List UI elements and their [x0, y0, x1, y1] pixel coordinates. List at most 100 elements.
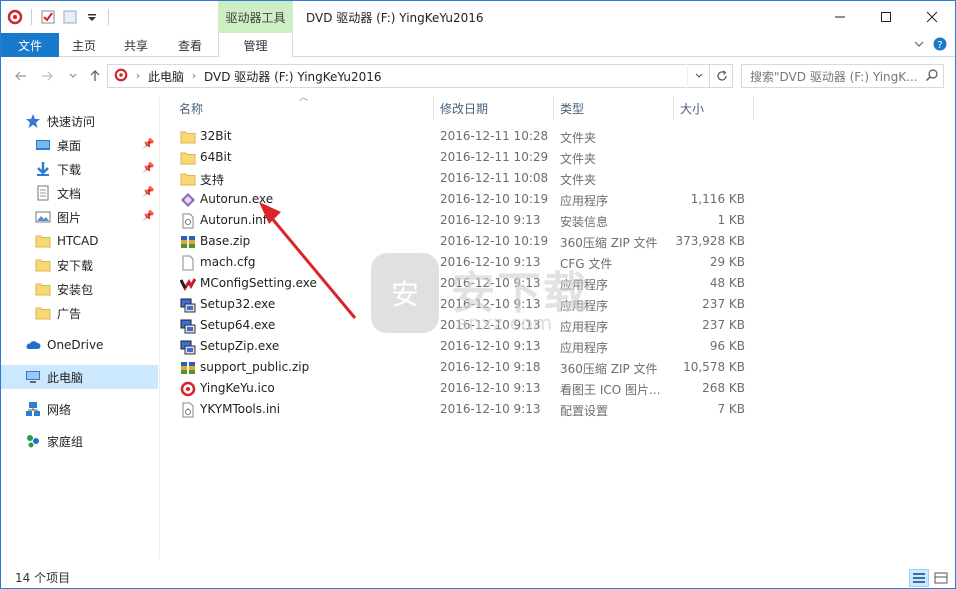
setup-icon [180, 318, 196, 334]
list-item[interactable]: 64Bit 2016-12-11 10:29 文件夹 [173, 148, 753, 169]
column-header-date[interactable]: 修改日期 [434, 96, 552, 120]
window-title: DVD 驱动器 (F:) YingKeYu2016 [306, 11, 484, 25]
list-item[interactable]: YingKeYu.ico 2016-12-10 9:13 看图王 ICO 图片.… [173, 379, 753, 400]
download-icon [35, 161, 51, 177]
breadcrumb-this-pc[interactable]: 此电脑 [148, 68, 184, 85]
sidebar-item-label: HTCAD [57, 234, 99, 248]
new-folder-icon[interactable] [62, 9, 78, 25]
tab-home[interactable]: 主页 [61, 33, 107, 57]
file-date: 2016-12-10 9:13 [440, 381, 541, 395]
app-logo-icon[interactable] [7, 9, 23, 25]
address-history-button[interactable] [687, 64, 709, 88]
large-icons-view-button[interactable] [931, 569, 951, 587]
sidebar-item-onedrive[interactable]: OneDrive [1, 333, 158, 357]
close-button[interactable] [909, 1, 955, 33]
sidebar-item-label: 安下载 [57, 258, 94, 273]
quick-access-toolbar [7, 7, 111, 27]
pin-icon[interactable]: 📌 [142, 187, 154, 199]
drive-tools-context-label: 驱动器工具 [218, 1, 293, 33]
file-size: 1 KB [717, 213, 745, 227]
file-date: 2016-12-10 9:13 [440, 339, 541, 353]
tab-view[interactable]: 查看 [165, 33, 215, 57]
list-item[interactable]: 支持 2016-12-11 10:08 文件夹 [173, 169, 753, 190]
list-item[interactable]: SetupZip.exe 2016-12-10 9:13 应用程序 96 KB [173, 337, 753, 358]
customize-dropdown-icon[interactable] [84, 9, 100, 25]
maximize-button[interactable] [863, 1, 909, 33]
breadcrumb-separator: › [192, 70, 197, 82]
zip-icon [180, 234, 196, 250]
pane-divider[interactable] [159, 97, 160, 559]
ribbon-right-controls: ? [913, 37, 947, 54]
file-type: 应用程序 [560, 341, 609, 355]
list-item[interactable]: YKYMTools.ini 2016-12-10 9:13 配置设置 7 KB [173, 400, 753, 421]
sidebar-item-quick-access[interactable]: 快速访问 [1, 109, 158, 133]
tab-manage[interactable]: 管理 [218, 33, 293, 58]
folder-icon [180, 150, 196, 166]
desktop-icon [35, 137, 51, 153]
sidebar-item-desktop[interactable]: 桌面 📌 [1, 133, 158, 157]
sidebar-item-htcad[interactable]: HTCAD [1, 229, 158, 253]
sidebar-item-anzhuangbao[interactable]: 安装包 [1, 277, 158, 301]
help-icon[interactable]: ? [933, 37, 947, 54]
details-view-button[interactable] [909, 569, 929, 587]
file-size: 268 KB [702, 381, 745, 395]
file-date: 2016-12-10 9:13 [440, 402, 541, 416]
file-type: 文件夹 [560, 173, 597, 187]
pin-icon[interactable]: 📌 [142, 211, 154, 223]
sidebar-item-downloads[interactable]: 下载 📌 [1, 157, 158, 181]
chevron-down-icon [69, 73, 77, 78]
refresh-button[interactable] [709, 64, 733, 88]
sidebar-item-label: 桌面 [57, 138, 82, 153]
annotation-arrow-icon [259, 202, 357, 319]
title-bar: 驱动器工具 DVD 驱动器 (F:) YingKeYu2016 [1, 1, 955, 33]
search-input[interactable]: 搜索"DVD 驱动器 (F:) YingK... [741, 64, 944, 88]
sidebar-item-label: 家庭组 [47, 434, 84, 449]
tab-share[interactable]: 共享 [111, 33, 161, 57]
forward-button[interactable] [37, 66, 57, 86]
file-name: 支持 [200, 173, 225, 187]
file-type: 360压缩 ZIP 文件 [560, 236, 658, 250]
setup-icon [180, 339, 196, 355]
column-header-size[interactable]: 大小 [674, 96, 752, 120]
toolbar-divider [108, 9, 109, 25]
minimize-button[interactable] [817, 1, 863, 33]
sidebar-item-label: 下载 [57, 162, 82, 177]
sidebar-item-this-pc[interactable]: 此电脑 [1, 365, 158, 389]
sidebar-item-documents[interactable]: 文档 📌 [1, 181, 158, 205]
file-name: 64Bit [200, 150, 232, 164]
file-date: 2016-12-10 10:19 [440, 234, 549, 248]
up-button[interactable] [85, 66, 105, 86]
file-name: YingKeYu.ico [200, 381, 275, 395]
sidebar-item-network[interactable]: 网络 [1, 397, 158, 421]
tab-file[interactable]: 文件 [1, 33, 59, 57]
file-date: 2016-12-11 10:28 [440, 129, 549, 143]
list-item[interactable]: 32Bit 2016-12-11 10:28 文件夹 [173, 127, 753, 148]
file-date: 2016-12-11 10:29 [440, 150, 549, 164]
expand-ribbon-icon[interactable] [913, 38, 925, 53]
search-icon[interactable] [925, 68, 939, 85]
search-placeholder: 搜索"DVD 驱动器 (F:) YingK... [750, 69, 918, 84]
properties-icon[interactable] [40, 9, 56, 25]
back-button[interactable] [11, 66, 31, 86]
sidebar-item-anxiazai[interactable]: 安下载 [1, 253, 158, 277]
homegroup-icon [25, 433, 41, 449]
sidebar-item-pictures[interactable]: 图片 📌 [1, 205, 158, 229]
address-bar[interactable]: › 此电脑 › DVD 驱动器 (F:) YingKeYu2016 [107, 64, 733, 88]
sidebar-item-guanggao[interactable]: 广告 [1, 301, 158, 325]
folder-icon [35, 233, 51, 249]
column-header-name[interactable]: 名称 [173, 96, 431, 120]
close-icon [926, 11, 938, 23]
folder-icon [35, 305, 51, 321]
column-divider[interactable] [753, 96, 754, 120]
watermark-shield-icon: 安 [371, 253, 439, 333]
breadcrumb-dvd-drive[interactable]: DVD 驱动器 (F:) YingKeYu2016 [204, 68, 382, 85]
column-header-type[interactable]: 类型 [554, 96, 672, 120]
pin-icon[interactable]: 📌 [142, 163, 154, 175]
file-size: 1,116 KB [690, 192, 745, 206]
list-item[interactable]: support_public.zip 2016-12-10 9:18 360压缩… [173, 358, 753, 379]
maximize-icon [881, 12, 891, 22]
sidebar-item-homegroup[interactable]: 家庭组 [1, 429, 158, 453]
pin-icon[interactable]: 📌 [142, 139, 154, 151]
recent-locations-button[interactable] [63, 66, 83, 86]
folder-icon [35, 281, 51, 297]
